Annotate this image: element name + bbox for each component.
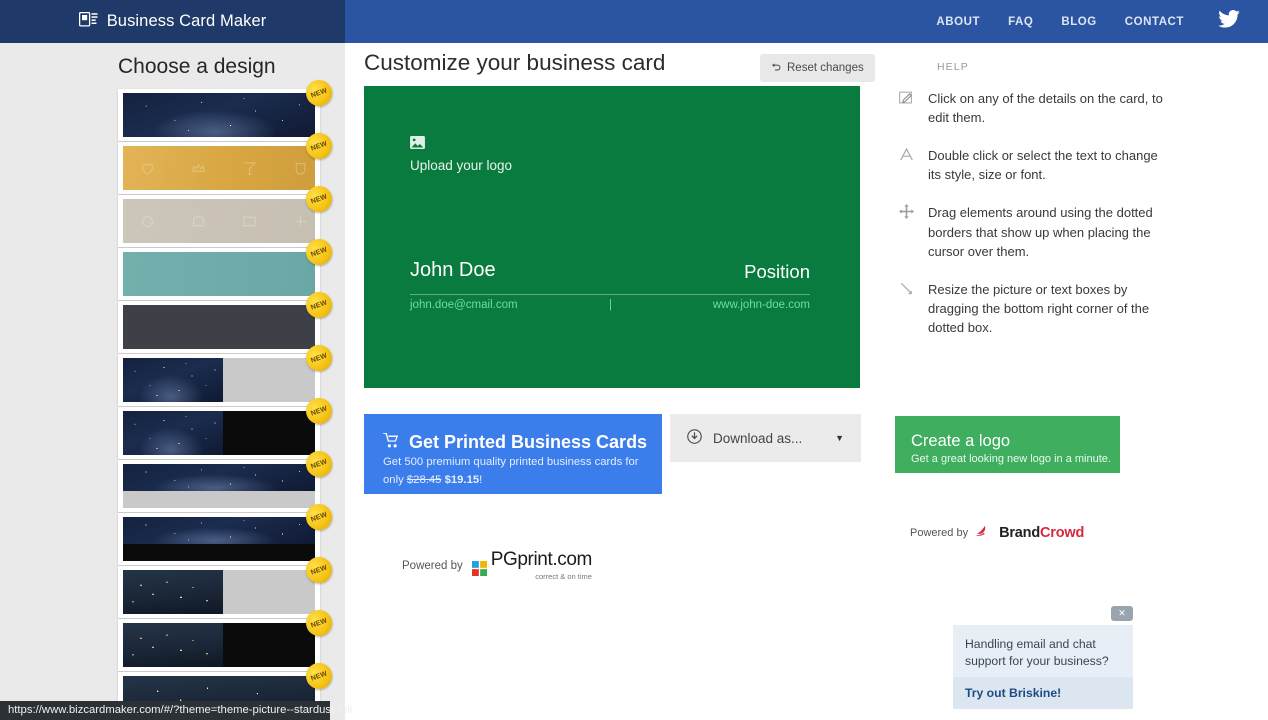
move-arrows-icon <box>896 203 916 260</box>
card-logo-label: Upload your logo <box>410 158 513 173</box>
design-sidebar: Choose a design NEW NEW NEW NEW NEW NEW … <box>0 43 345 720</box>
thumbnail-preview <box>123 199 315 243</box>
brand-label: Business Card Maker <box>106 12 267 30</box>
card-name-field[interactable]: John Doe <box>410 259 496 282</box>
design-thumbnail[interactable]: NEW <box>118 553 336 618</box>
download-as-label: Download as... <box>713 430 803 446</box>
thumbnail-ghost-icons <box>123 146 315 190</box>
nav-item-blog[interactable]: BLOG <box>1061 16 1096 28</box>
thumbnail-preview <box>123 252 315 296</box>
help-item: Double click or select the text to chang… <box>896 146 1171 184</box>
card-logo-upload[interactable]: Upload your logo <box>410 136 512 173</box>
main-nav: ABOUT FAQ BLOG CONTACT <box>345 0 1268 43</box>
brandcrowd-name-part2: Crowd <box>1040 525 1085 541</box>
card-divider <box>410 294 810 295</box>
sidebar-title: Choose a design <box>118 55 276 78</box>
business-card-icon <box>78 11 98 32</box>
help-item: Click on any of the details on the card,… <box>896 89 1171 127</box>
text-style-icon <box>896 146 916 184</box>
download-as-button[interactable]: Download as... ▼ <box>670 414 861 462</box>
site-header: Business Card Maker ABOUT FAQ BLOG CONTA… <box>0 0 1268 43</box>
design-thumbnail[interactable]: NEW <box>118 76 336 141</box>
thumbnail-preview <box>123 411 315 455</box>
twitter-icon[interactable] <box>1218 10 1240 33</box>
thumbnail-preview <box>123 146 315 190</box>
print-button-title-row: Get Printed Business Cards <box>383 432 662 453</box>
pgprint-name: PGprint.com <box>490 549 593 570</box>
brandcrowd-name-part1: Brand <box>999 525 1040 541</box>
help-title: HELP <box>937 61 969 73</box>
design-thumbnail[interactable]: NEW <box>118 129 336 194</box>
card-website-field[interactable]: www.john-doe.com <box>713 299 810 311</box>
close-icon[interactable]: ✕ <box>1111 606 1133 621</box>
reset-changes-button[interactable]: Reset changes <box>760 54 875 82</box>
pgprint-powered-by: Powered by PGprint.com correct & on time <box>402 550 592 581</box>
brandcrowd-mark-icon <box>975 524 992 542</box>
status-bar-url: https://www.bizcardmaker.com/#/?theme=th… <box>0 701 352 720</box>
create-logo-title: Create a logo <box>911 432 1011 450</box>
design-thumbnail[interactable]: NEW <box>118 235 336 300</box>
brandcrowd-name: BrandCrowd <box>999 525 1084 541</box>
design-thumbnail[interactable]: NEW <box>118 500 336 565</box>
card-email-field[interactable]: john.doe@cmail.com <box>410 299 518 311</box>
design-thumbnail-list: NEW NEW NEW NEW NEW NEW NEW NEW NEW NEW … <box>0 76 345 720</box>
brandcrowd-powered-by: Powered by BrandCrowd <box>910 524 1084 542</box>
help-item: Resize the picture or text boxes by drag… <box>896 280 1171 337</box>
thumbnail-preview <box>123 623 315 667</box>
help-item-text: Resize the picture or text boxes by drag… <box>928 281 1150 335</box>
pgprint-tagline: correct & on time <box>535 572 592 581</box>
edit-pencil-icon <box>896 89 916 127</box>
create-logo-button[interactable]: Create a logo Get a great looking new lo… <box>895 416 1120 473</box>
print-button-subtitle: Get 500 premium quality printed business… <box>383 456 639 485</box>
reset-changes-label: Reset changes <box>787 62 864 74</box>
get-printed-cards-button[interactable]: Get Printed Business Cards Get 500 premi… <box>364 414 662 494</box>
print-sub-suffix: ! <box>479 473 483 486</box>
design-thumbnail[interactable]: NEW <box>118 606 336 671</box>
brand[interactable]: Business Card Maker <box>78 11 267 32</box>
card-position-field[interactable]: Position <box>744 261 810 283</box>
print-button-title: Get Printed Business Cards <box>409 432 648 453</box>
thumbnail-preview <box>123 93 315 137</box>
thumbnail-ghost-icons <box>123 199 315 243</box>
chat-promo-cta[interactable]: Try out Briskine! <box>953 677 1133 709</box>
brand-block: Business Card Maker <box>0 0 345 43</box>
chat-promo-message: Handling email and chat support for your… <box>953 625 1133 681</box>
pgprint-mark-icon <box>471 561 487 581</box>
help-panel: HELP Click on any of the details on the … <box>896 61 1171 356</box>
thumbnail-preview <box>123 517 315 561</box>
thumbnail-preview <box>123 358 315 402</box>
thumbnail-preview <box>123 464 315 508</box>
pgprint-powered-label: Powered by <box>402 559 463 572</box>
design-thumbnail[interactable]: NEW <box>118 182 336 247</box>
cart-icon <box>383 432 400 453</box>
new-price: $19.15 <box>444 473 480 486</box>
help-item-text: Double click or select the text to chang… <box>928 148 1158 183</box>
help-item: Drag elements around using the dotted bo… <box>896 203 1171 260</box>
design-thumbnail[interactable]: NEW <box>118 341 336 406</box>
design-thumbnail[interactable]: NEW <box>118 447 336 512</box>
thumbnail-preview <box>123 305 315 349</box>
help-item-text: Drag elements around using the dotted bo… <box>928 205 1153 259</box>
nav-item-faq[interactable]: FAQ <box>1008 16 1033 28</box>
design-thumbnail[interactable]: NEW <box>118 288 336 353</box>
card-separator: | <box>609 299 612 311</box>
brandcrowd-powered-label: Powered by <box>910 527 969 539</box>
old-price: $28.45 <box>406 473 442 486</box>
business-card-preview[interactable]: Upload your logo John Doe Position john.… <box>364 86 860 388</box>
image-placeholder-icon <box>410 136 425 153</box>
pgprint-logo[interactable]: PGprint.com correct & on time <box>471 549 593 581</box>
app-root: Business Card Maker ABOUT FAQ BLOG CONTA… <box>0 0 1268 720</box>
help-item-text: Click on any of the details on the card,… <box>928 91 1163 126</box>
download-icon <box>687 429 702 447</box>
chevron-down-icon: ▼ <box>835 433 844 443</box>
design-thumbnail[interactable]: NEW <box>118 394 336 459</box>
resize-handle-icon <box>896 280 916 337</box>
undo-icon <box>771 61 782 75</box>
nav-item-about[interactable]: ABOUT <box>936 16 980 28</box>
create-logo-subtitle: Get a great looking new logo in a minute… <box>911 453 1111 465</box>
thumbnail-preview <box>123 570 315 614</box>
nav-item-contact[interactable]: CONTACT <box>1125 16 1184 28</box>
